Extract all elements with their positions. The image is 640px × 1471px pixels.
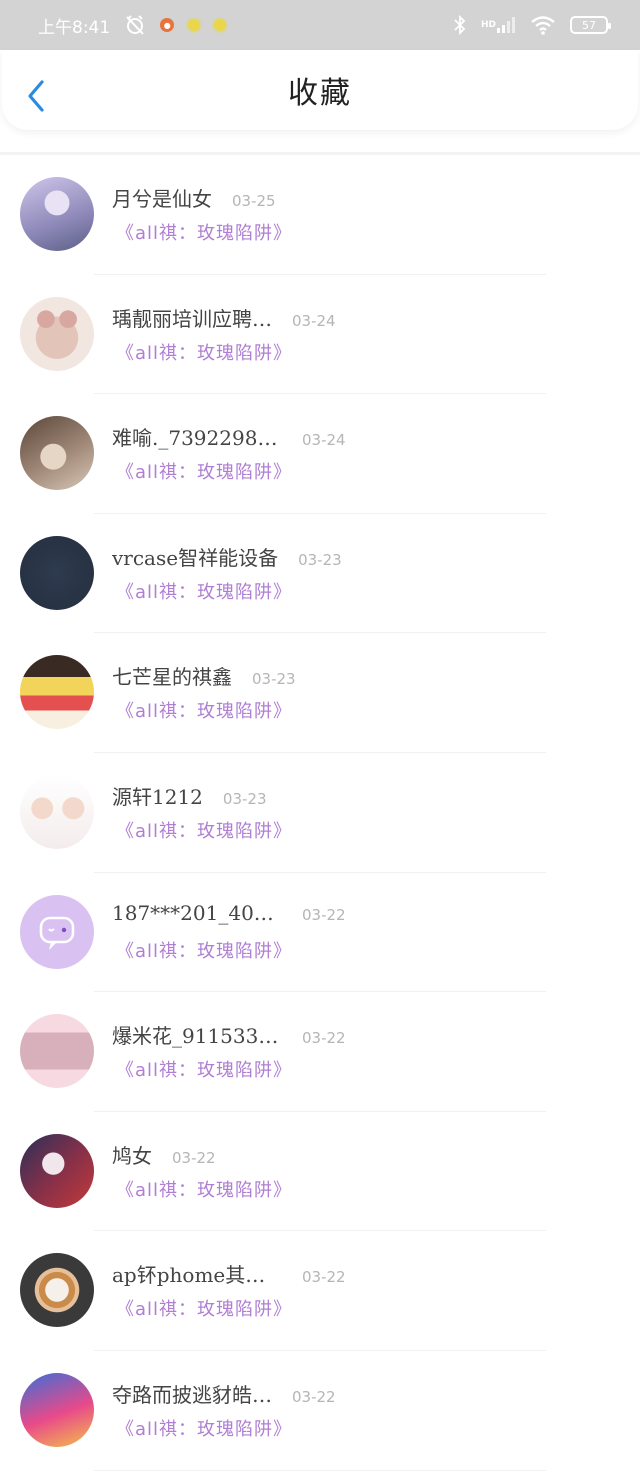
item-tag[interactable]: 《all祺：玫瑰陷阱》 <box>116 937 292 963</box>
list-item[interactable]: vrcase智祥能设备 03-23 《all祺：玫瑰陷阱》 <box>0 514 640 634</box>
avatar-two-boys[interactable] <box>20 774 94 849</box>
item-tag[interactable]: 《all祺：玫瑰陷阱》 <box>116 1295 292 1321</box>
wifi-icon <box>530 15 556 35</box>
avatar-group-popcorn[interactable] <box>20 655 94 730</box>
chat-bubble-icon <box>39 916 75 950</box>
avatar-pink-group[interactable] <box>20 1014 94 1089</box>
status-left: 上午8:41 ● <box>38 13 227 38</box>
item-name: 源轩1212 <box>112 784 203 809</box>
list-item[interactable]: 187***201_4036573… 03-22 《all祺：玫瑰陷阱》 <box>0 873 640 993</box>
item-name: 七芒星的祺鑫 <box>112 665 232 690</box>
avatar-chat-bubble[interactable] <box>20 894 94 969</box>
name-row: vrcase智祥能设备 03-23 <box>112 542 342 571</box>
avatar-anime-blue[interactable] <box>20 1372 94 1447</box>
name-row: 源轩1212 03-23 <box>112 781 267 810</box>
item-name: 187***201_4036573… <box>112 900 282 925</box>
list-item[interactable]: 七芒星的祺鑫 03-23 《all祺：玫瑰陷阱》 <box>0 633 640 753</box>
item-name: 瑀靓丽培训应聘… <box>112 306 272 331</box>
item-tag[interactable]: 《all祺：玫瑰陷阱》 <box>116 697 292 723</box>
bluetooth-icon <box>453 14 467 36</box>
list-item[interactable]: 难喻._7392298998… 03-24 《all祺：玫瑰陷阱》 <box>0 394 640 514</box>
notification-badge-icon: ● <box>160 18 175 32</box>
page-title: 收藏 <box>288 76 352 111</box>
sun-icon <box>214 19 227 31</box>
item-tag[interactable]: 《all祺：玫瑰陷阱》 <box>116 1176 292 1202</box>
list-item[interactable]: 源轩1212 03-23 《all祺：玫瑰陷阱》 <box>0 753 640 873</box>
item-name: 难喻._7392298998… <box>112 426 282 451</box>
avatar-teddy-bear[interactable] <box>20 296 94 371</box>
item-date: 03-25 <box>232 192 276 210</box>
chevron-left-icon <box>28 80 44 112</box>
avatar-girl-sepia[interactable] <box>20 416 94 491</box>
item-tag[interactable]: 《all祺：玫瑰陷阱》 <box>116 817 292 843</box>
name-row: 夺路而披逃豺皓… 03-22 <box>112 1379 336 1408</box>
name-row: 难喻._7392298998… 03-24 <box>112 422 346 451</box>
item-date: 03-24 <box>292 311 336 330</box>
status-time: 上午8:41 <box>38 17 111 38</box>
alarm-off-icon <box>124 14 146 36</box>
item-date: 03-23 <box>252 670 296 689</box>
name-row: 爆米花_91153387… 03-22 <box>112 1020 346 1049</box>
item-date: 03-24 <box>302 431 346 450</box>
item-date: 03-22 <box>302 1268 346 1287</box>
name-row: 鸠女 03-22 <box>112 1140 216 1169</box>
item-name: 夺路而披逃豺皓… <box>112 1382 272 1407</box>
list-item[interactable]: 爆米花_91153387… 03-22 《all祺：玫瑰陷阱》 <box>0 992 640 1112</box>
name-row: 187***201_4036573… 03-22 <box>112 901 346 925</box>
item-date: 03-23 <box>222 789 267 808</box>
header: 收藏 <box>2 50 638 130</box>
avatar-watch[interactable] <box>20 1253 94 1328</box>
name-row: 瑀靓丽培训应聘… 03-24 <box>112 303 336 332</box>
item-tag[interactable]: 《all祺：玫瑰陷阱》 <box>116 219 292 245</box>
item-tag[interactable]: 《all祺：玫瑰陷阱》 <box>116 1056 292 1082</box>
name-row: 月兮是仙女 03-25 <box>112 183 276 212</box>
item-name: 爆米花_91153387… <box>112 1024 282 1049</box>
signal-icon: HD <box>481 16 516 34</box>
avatar-girl-red[interactable] <box>20 1133 94 1208</box>
sun-icon <box>188 19 201 31</box>
item-name: 月兮是仙女 <box>112 187 212 211</box>
item-name: vrcase智祥能设备 <box>112 545 279 570</box>
item-date: 03-22 <box>292 1387 336 1406</box>
status-right: HD 57 <box>453 14 611 36</box>
item-tag[interactable]: 《all祺：玫瑰陷阱》 <box>116 578 292 604</box>
item-date: 03-22 <box>302 905 346 924</box>
battery-level: 57 <box>582 18 596 32</box>
name-row: 七芒星的祺鑫 03-23 <box>112 661 296 690</box>
name-row: ap钚phome其他配… 03-22 <box>112 1259 346 1288</box>
item-name: ap钚phome其他配… <box>112 1263 282 1288</box>
item-tag[interactable]: 《all祺：玫瑰陷阱》 <box>116 1415 292 1441</box>
item-date: 03-22 <box>302 1029 346 1048</box>
favorites-list: 月兮是仙女 03-25 《all祺：玫瑰陷阱》 瑀靓丽培训应聘… 03-24 《… <box>0 155 640 1471</box>
list-item[interactable]: 鸠女 03-22 《all祺：玫瑰陷阱》 <box>0 1112 640 1232</box>
list-item[interactable]: 瑀靓丽培训应聘… 03-24 《all祺：玫瑰陷阱》 <box>0 275 640 395</box>
back-button[interactable] <box>24 78 50 114</box>
hd-label: HD <box>480 19 496 30</box>
battery-icon: 57 <box>570 16 611 34</box>
list-item[interactable]: 月兮是仙女 03-25 《all祺：玫瑰陷阱》 <box>0 155 640 275</box>
list-item[interactable]: 夺路而披逃豺皓… 03-22 《all祺：玫瑰陷阱》 <box>0 1351 640 1471</box>
item-date: 03-22 <box>172 1148 216 1167</box>
status-bar: 上午8:41 ● HD 57 <box>0 0 640 50</box>
avatar-girl-purple[interactable] <box>20 177 94 251</box>
item-tag[interactable]: 《all祺：玫瑰陷阱》 <box>116 458 292 484</box>
list-item[interactable]: ap钚phome其他配… 03-22 《all祺：玫瑰陷阱》 <box>0 1231 640 1351</box>
avatar-dark-text[interactable] <box>20 535 94 610</box>
item-name: 鸠女 <box>112 1143 152 1168</box>
item-date: 03-23 <box>298 550 342 569</box>
item-tag[interactable]: 《all祺：玫瑰陷阱》 <box>116 339 292 365</box>
